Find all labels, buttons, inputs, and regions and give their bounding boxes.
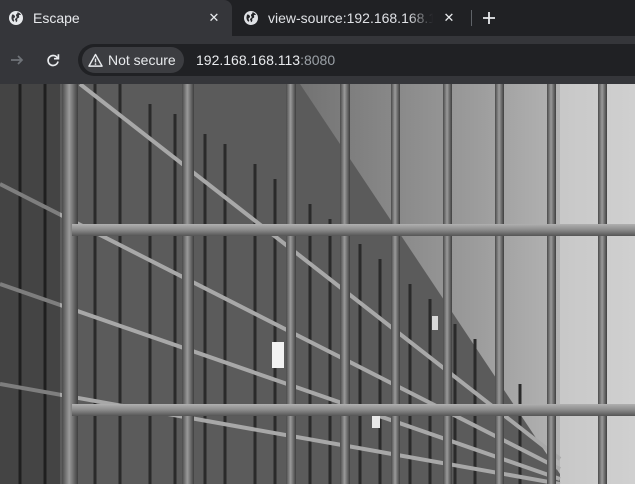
- browser-toolbar: Not secure 192.168.168.113:8080: [0, 36, 635, 84]
- url-host: 192.168.168.113: [196, 52, 301, 68]
- security-indicator[interactable]: Not secure: [82, 47, 184, 73]
- url-text[interactable]: 192.168.168.113:8080: [196, 52, 335, 68]
- tab-strip: Escape ✕ view-source:192.168.168.113:808…: [0, 0, 635, 36]
- arrow-right-icon: [11, 55, 24, 65]
- tab-title: view-source:192.168.168.113:8080: [268, 10, 433, 26]
- security-label: Not secure: [108, 52, 176, 68]
- prison-bars-image: [0, 84, 635, 484]
- url-port: :8080: [300, 52, 336, 68]
- close-tab-icon[interactable]: ✕: [204, 8, 224, 28]
- reload-button[interactable]: [41, 48, 65, 72]
- close-tab-icon[interactable]: ✕: [439, 8, 459, 28]
- address-bar[interactable]: Not secure 192.168.168.113:8080: [78, 44, 635, 76]
- reload-icon: [47, 54, 60, 67]
- tab-view-source[interactable]: view-source:192.168.168.113:8080 ✕: [235, 0, 467, 36]
- page-content: [0, 84, 635, 484]
- warning-triangle-icon: [88, 53, 103, 68]
- globe-icon: [243, 10, 259, 26]
- forward-button[interactable]: [5, 48, 29, 72]
- tab-escape[interactable]: Escape ✕: [0, 0, 232, 36]
- plus-icon: [483, 12, 495, 24]
- tab-divider: [471, 10, 472, 26]
- globe-icon: [8, 10, 24, 26]
- new-tab-button[interactable]: [476, 6, 502, 30]
- tab-title: Escape: [33, 10, 80, 26]
